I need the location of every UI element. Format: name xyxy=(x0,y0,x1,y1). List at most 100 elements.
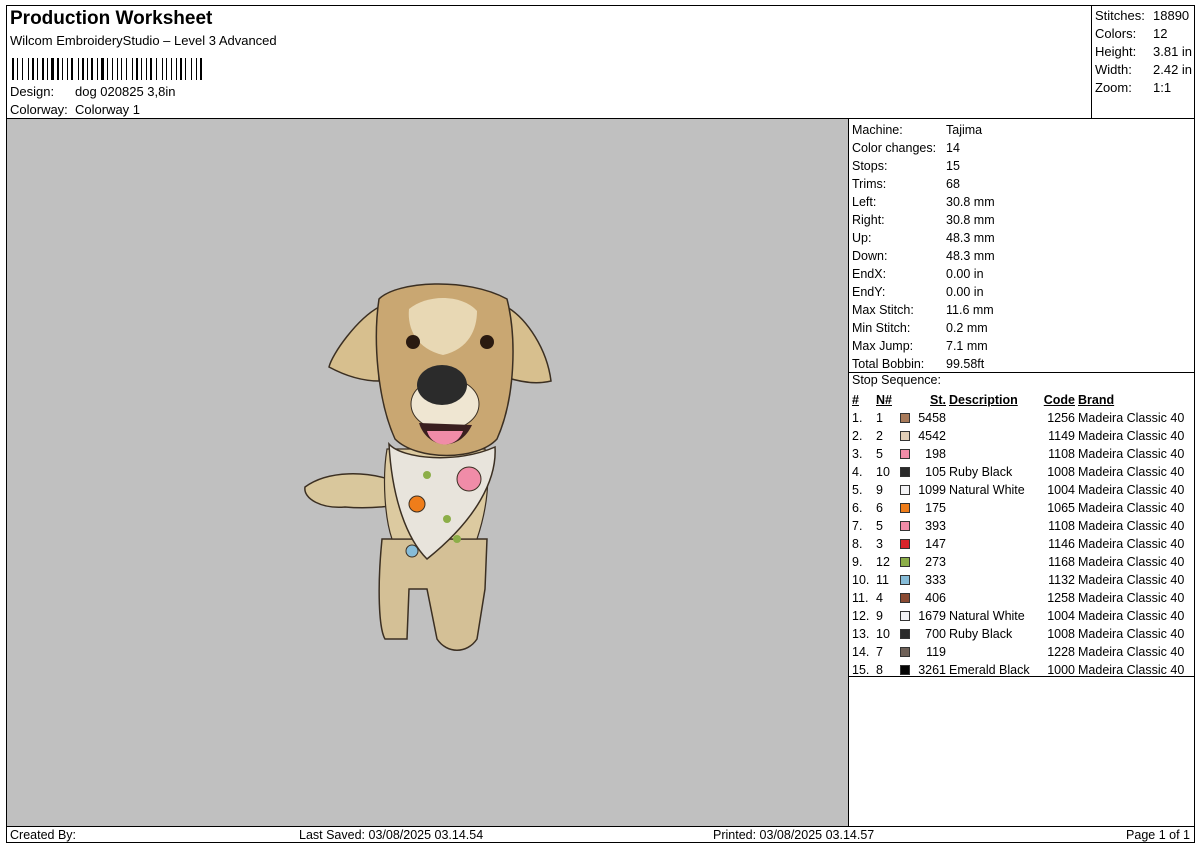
colorway-row: Colorway: Colorway 1 xyxy=(10,102,140,117)
thread-brand: Madeira Classic 40 xyxy=(1078,411,1185,425)
info-row: Left: 30.8 mm xyxy=(852,193,995,211)
info-row: Down: 48.3 mm xyxy=(852,247,995,265)
thread-brand: Madeira Classic 40 xyxy=(1078,447,1185,461)
thread-code: 1256 xyxy=(1047,411,1075,425)
stop-number: 9. xyxy=(852,555,863,569)
info-label: EndX: xyxy=(852,267,887,281)
thread-code: 1065 xyxy=(1047,501,1075,515)
needle-number: 5 xyxy=(876,447,883,461)
stop-row: 10. 11 333 1132 Madeira Classic 40 xyxy=(852,571,1194,589)
software-name: Wilcom EmbroideryStudio – Level 3 Advanc… xyxy=(10,33,277,48)
summary-value: 12 xyxy=(1153,26,1168,41)
page-title: Production Worksheet xyxy=(10,8,213,29)
summary-value: 1:1 xyxy=(1153,80,1172,95)
color-swatch xyxy=(900,557,910,567)
info-value: 99.58ft xyxy=(946,357,985,371)
info-label: Down: xyxy=(852,249,888,263)
info-row: Right: 30.8 mm xyxy=(852,211,995,229)
info-row: Min Stitch: 0.2 mm xyxy=(852,319,995,337)
stop-row: 12. 9 1679 Natural White 1004 Madeira Classic… xyxy=(852,607,1194,625)
thread-swatch xyxy=(900,593,914,603)
stitch-count: 273 xyxy=(925,555,946,569)
stop-row: 6. 6 175 1065 Madeira Classic 40 xyxy=(852,499,1194,517)
info-value: 0.00 in xyxy=(946,267,984,281)
stitch-count: 119 xyxy=(926,645,946,659)
stop-sequence-title: Stop Sequence: xyxy=(852,373,941,387)
info-row: Max Jump: 7.1 mm xyxy=(852,337,995,355)
summary-label: Stitches: xyxy=(1095,8,1145,23)
stitch-count: 1099 xyxy=(918,483,946,497)
column-header-brand: Brand xyxy=(1078,393,1115,407)
stop-number: 11. xyxy=(852,591,869,605)
thread-code: 1168 xyxy=(1048,555,1075,569)
thread-brand: Madeira Classic 40 xyxy=(1078,609,1185,623)
thread-code: 1108 xyxy=(1048,519,1075,533)
dog-embroidery-image xyxy=(304,283,552,651)
stop-number: 2. xyxy=(852,429,863,443)
needle-number: 3 xyxy=(876,537,883,551)
stop-row: 11. 4 406 1258 Madeira Classic 40 xyxy=(852,589,1194,607)
summary-row: Colors: 12 xyxy=(1095,25,1192,43)
stitch-count: 198 xyxy=(925,447,946,461)
needle-number: 10 xyxy=(876,627,890,641)
info-label: Trims: xyxy=(852,177,887,191)
design-row: Design: dog 020825 3,8in xyxy=(10,84,175,99)
color-swatch xyxy=(900,521,910,531)
column-header-stitches: St. xyxy=(930,393,946,407)
thread-swatch xyxy=(900,449,914,459)
info-value: 15 xyxy=(946,159,960,173)
info-value: 48.3 mm xyxy=(946,249,995,263)
stitch-count: 105 xyxy=(925,465,946,479)
info-value: 11.6 mm xyxy=(946,303,994,317)
info-value: 0.2 mm xyxy=(946,321,988,335)
info-value: 7.1 mm xyxy=(946,339,988,353)
stitch-count: 393 xyxy=(925,519,946,533)
stitch-count: 175 xyxy=(925,501,946,515)
info-label: Machine: xyxy=(852,123,903,137)
thread-swatch xyxy=(900,629,914,639)
thread-swatch xyxy=(900,503,914,513)
colorway-label: Colorway: xyxy=(10,102,68,117)
worksheet: Production Worksheet Wilcom EmbroiderySt… xyxy=(6,5,1195,843)
stop-row: 5. 9 1099 Natural White 1004 Madeira Classic … xyxy=(852,481,1194,499)
thread-brand: Madeira Classic 40 xyxy=(1078,519,1185,533)
needle-number: 2 xyxy=(876,429,883,443)
design-barcode xyxy=(12,52,264,80)
thread-brand: Madeira Classic 40 xyxy=(1078,591,1185,605)
info-label: Stops: xyxy=(852,159,888,173)
info-row: EndY: 0.00 in xyxy=(852,283,995,301)
summary-value: 3.81 in xyxy=(1153,44,1193,59)
needle-number: 12 xyxy=(876,555,890,569)
info-row: Color changes: 14 xyxy=(852,139,995,157)
info-label: Right: xyxy=(852,213,885,227)
info-value: 0.00 in xyxy=(946,285,984,299)
color-swatch xyxy=(900,449,910,459)
stitch-count: 147 xyxy=(925,537,946,551)
thread-swatch xyxy=(900,647,914,657)
thread-brand: Madeira Classic 40 xyxy=(1078,537,1185,551)
page-number: Page 1 of 1 xyxy=(1126,828,1190,842)
thread-swatch xyxy=(900,539,914,549)
thread-code: 1004 xyxy=(1047,609,1075,623)
needle-number: 6 xyxy=(876,501,883,515)
thread-code: 1132 xyxy=(1048,573,1075,587)
color-swatch xyxy=(900,647,910,657)
thread-swatch xyxy=(900,521,914,531)
summary-row: Height: 3.81 in xyxy=(1095,43,1192,61)
stitch-count: 700 xyxy=(925,627,946,641)
info-label: Max Stitch: xyxy=(852,303,914,317)
stitch-count: 333 xyxy=(925,573,946,587)
summary-row: Stitches: 18890 xyxy=(1095,7,1192,25)
info-row: Machine: Tajima xyxy=(852,121,995,139)
stop-number: 14. xyxy=(852,645,870,659)
needle-number: 5 xyxy=(876,519,883,533)
stop-number: 5. xyxy=(852,483,863,497)
thread-description: Ruby Black xyxy=(949,627,1013,641)
info-value: 48.3 mm xyxy=(946,231,995,245)
color-swatch xyxy=(900,593,910,603)
stop-number: 3. xyxy=(852,447,863,461)
info-value: 14 xyxy=(946,141,960,155)
info-label: Up: xyxy=(852,231,872,245)
last-saved: Last Saved: 03/08/2025 03.14.54 xyxy=(299,828,484,842)
thread-brand: Madeira Classic 40 xyxy=(1078,465,1185,479)
